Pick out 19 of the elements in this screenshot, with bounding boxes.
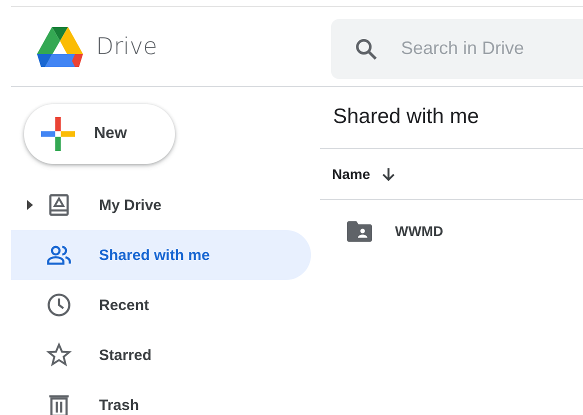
plus-icon — [41, 117, 75, 151]
star-icon — [46, 342, 72, 368]
search-bar[interactable]: Search in Drive — [331, 18, 583, 78]
new-button[interactable]: New — [24, 104, 175, 164]
arrow-down-icon — [380, 166, 398, 182]
file-name[interactable]: WWMD — [395, 223, 444, 239]
expand-arrow-icon — [27, 200, 33, 210]
sidebar-item[interactable]: Recent — [11, 280, 311, 330]
sidebar-item[interactable]: Trash — [11, 380, 311, 415]
sidebar-item[interactable]: My Drive — [11, 180, 311, 230]
search-field[interactable]: Search in Drive — [399, 37, 573, 60]
page-title: Shared with me — [333, 105, 480, 130]
sidebar-item[interactable]: Starred — [11, 330, 311, 380]
app-name: Drive — [96, 34, 158, 60]
clock-icon — [46, 292, 72, 318]
sidebar-item[interactable]: Shared with me — [11, 230, 311, 280]
drive-logo-icon — [37, 26, 83, 66]
column-header[interactable]: Name — [320, 166, 398, 182]
shared-folder-icon — [347, 220, 372, 242]
